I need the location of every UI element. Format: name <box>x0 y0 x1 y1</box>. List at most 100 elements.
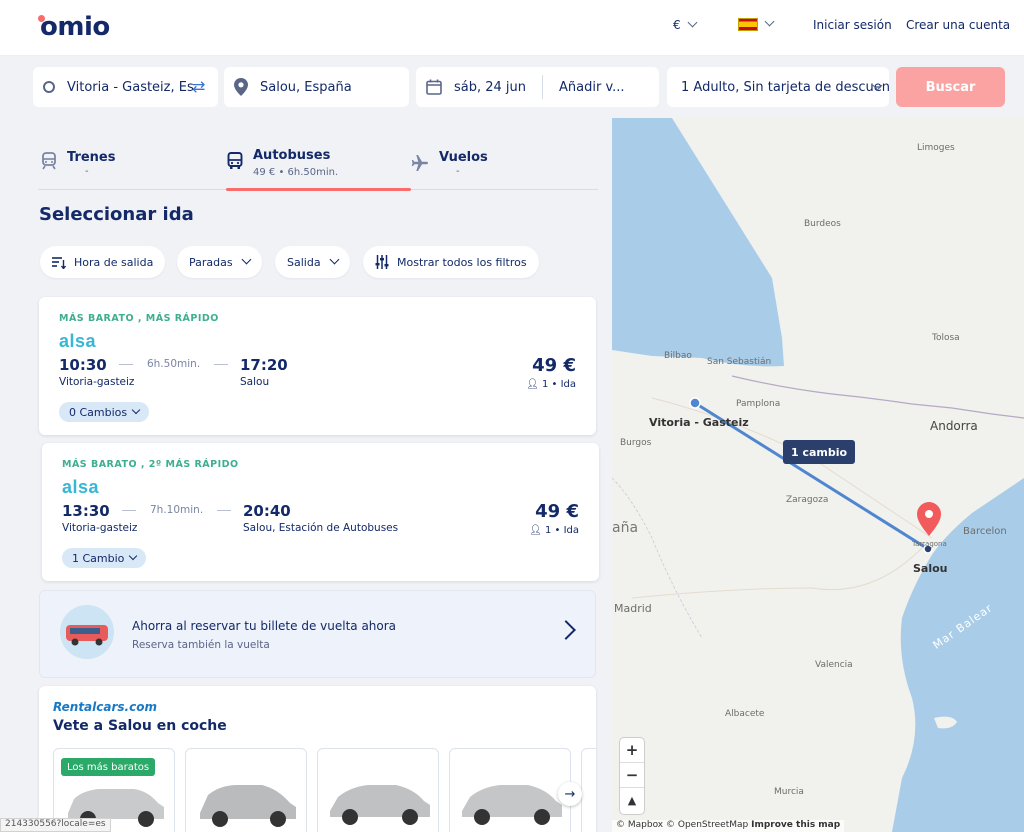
logo-dot <box>38 15 45 22</box>
car-image <box>330 785 430 825</box>
osm-attribution-link[interactable]: © OpenStreetMap <box>666 820 748 830</box>
map-label-pamplona: Pamplona <box>736 399 781 409</box>
location-pin-icon <box>234 78 248 96</box>
passenger-info: 👤︎ 1 • Ida <box>526 379 576 390</box>
duration-dash <box>122 509 136 511</box>
zoom-in-button[interactable]: + <box>620 738 644 763</box>
omio-logo[interactable]: omio <box>38 12 110 42</box>
car-option[interactable] <box>317 748 439 832</box>
bus-illustration-icon <box>60 605 114 659</box>
page-title: Seleccionar ida <box>39 204 194 225</box>
passenger-text: 1 • Ida <box>541 379 576 390</box>
results-panel: Trenes - Autobuses 49 € • 6h.50min. Vuel… <box>0 118 612 832</box>
all-filters-label: Mostrar todos los filtros <box>397 255 527 269</box>
chevron-right-icon[interactable] <box>556 620 576 640</box>
map-label-madrid: Madrid <box>614 602 652 615</box>
map-label-bilbao: Bilbao <box>664 351 692 361</box>
car-option[interactable] <box>449 748 571 832</box>
journey-card[interactable]: MÁS BARATO , 2º MÁS RÁPIDO alsa 13:30 7h… <box>42 443 599 581</box>
map-origin-label: Vitoria - Gasteiz <box>649 416 749 429</box>
language-selector[interactable] <box>738 16 775 31</box>
tab-buses-sub: 49 € • 6h.50min. <box>253 167 339 178</box>
origin-field[interactable]: Vitoria - Gasteiz, Es ⇄ <box>33 67 218 107</box>
search-bar: Vitoria - Gasteiz, Es ⇄ Salou, España sá… <box>0 56 1024 118</box>
bus-illustration-graphic <box>66 625 108 646</box>
duration-dash <box>214 363 229 365</box>
improve-map-link[interactable]: Improve this map <box>751 820 840 830</box>
tab-trains[interactable]: Trenes - <box>38 144 188 190</box>
journey-tags: MÁS BARATO , MÁS RÁPIDO <box>59 313 219 324</box>
filter-sliders-icon <box>375 255 389 269</box>
tab-buses[interactable]: Autobuses 49 € • 6h.50min. <box>226 144 411 190</box>
stops-filter-dropdown[interactable]: Paradas <box>177 246 262 278</box>
train-icon <box>42 152 56 170</box>
passenger-text: 1 • Ida <box>544 525 579 536</box>
date-field[interactable]: sáb, 24 jun Añadir v... <box>416 67 659 107</box>
tab-trains-sub: - <box>85 166 89 177</box>
logo-text: omio <box>40 12 110 42</box>
stops-label: Paradas <box>189 255 233 269</box>
chevron-down-icon <box>131 405 141 415</box>
plane-icon <box>411 155 428 171</box>
search-button[interactable]: Buscar <box>896 67 1005 107</box>
car-image <box>462 785 562 825</box>
departure-time-sort-button[interactable]: Hora de salida <box>40 246 166 278</box>
departure-filter-dropdown[interactable]: Salida <box>275 246 350 278</box>
return-promo-title: Ahorra al reservar tu billete de vuelta … <box>132 619 397 633</box>
chevron-down-icon <box>129 551 138 561</box>
route-changes-badge: 1 cambio <box>783 440 856 464</box>
price: 49 € <box>532 355 576 376</box>
all-filters-button[interactable]: Mostrar todos los filtros <box>363 246 539 278</box>
chevron-down-icon <box>241 254 252 264</box>
departure-place: Vitoria-gasteiz <box>62 522 138 534</box>
rentalcars-logo: Rentalcars.com <box>53 700 157 714</box>
tab-flights-label: Vuelos <box>439 150 488 165</box>
car-option[interactable] <box>581 748 596 832</box>
changes-label: 0 Cambios <box>69 405 128 419</box>
zoom-out-button[interactable]: − <box>620 763 644 788</box>
map-zoom-controls: + − ▲ <box>620 738 644 814</box>
price: 49 € <box>535 501 579 522</box>
chevron-down-icon <box>687 17 698 28</box>
car-option[interactable] <box>185 748 307 832</box>
person-icon: 👤︎ <box>526 379 542 390</box>
departure-time: 13:30 <box>62 502 110 520</box>
route-map[interactable]: Limoges Burdeos Tolosa Bilbao San Sebast… <box>612 118 1024 832</box>
chevron-down-icon <box>329 254 340 264</box>
changes-toggle[interactable]: 1 Cambio <box>62 548 147 568</box>
person-icon: 👤︎ <box>529 525 545 536</box>
return-date-field[interactable]: Añadir v... <box>559 80 625 95</box>
map-label-tolosa: Tolosa <box>932 333 960 343</box>
passengers-value: 1 Adulto, Sin tarjeta de descuen <box>681 79 889 95</box>
login-link[interactable]: Iniciar sesión <box>813 18 892 32</box>
create-account-link[interactable]: Crear una cuenta <box>906 18 1010 32</box>
journey-card[interactable]: MÁS BARATO , MÁS RÁPIDO alsa 10:30 6h.50… <box>39 297 596 435</box>
map-label-spain: aña <box>612 520 639 536</box>
changes-label: 1 Cambio <box>72 551 125 565</box>
swap-icon[interactable]: ⇄ <box>192 79 210 95</box>
currency-selector[interactable]: € <box>673 17 698 32</box>
changes-toggle[interactable]: 0 Cambios <box>59 402 150 422</box>
duration-text: 7h.10min. <box>150 504 204 516</box>
rental-title: Vete a Salou en coche <box>53 718 227 734</box>
arrival-time: 17:20 <box>240 356 288 374</box>
calendar-icon <box>426 79 442 95</box>
mapbox-attribution-link[interactable]: © Mapbox <box>616 820 663 830</box>
spain-flag-icon <box>738 18 758 31</box>
return-trip-promo[interactable]: Ahorra al reservar tu billete de vuelta … <box>39 590 596 678</box>
map-label-zaragoza: Zaragoza <box>786 495 829 505</box>
map-label-murcia: Murcia <box>774 787 804 797</box>
compass-icon[interactable]: ▲ <box>620 788 644 813</box>
bus-icon <box>227 152 243 169</box>
destination-field[interactable]: Salou, España <box>224 67 409 107</box>
arrow-right-icon[interactable]: → <box>558 782 582 806</box>
passengers-field[interactable]: 1 Adulto, Sin tarjeta de descuen <box>667 67 889 107</box>
departure-place: Vitoria-gasteiz <box>59 376 135 388</box>
active-tab-indicator <box>226 188 411 191</box>
map-label-andorra: Andorra <box>930 419 978 433</box>
operator-logo: alsa <box>62 477 100 497</box>
tab-flights-sub: - <box>456 166 460 177</box>
tab-flights[interactable]: Vuelos - <box>411 144 561 190</box>
destination-value: Salou, España <box>260 79 352 95</box>
rental-cars-widget: Rentalcars.com Vete a Salou en coche Los… <box>39 686 596 832</box>
